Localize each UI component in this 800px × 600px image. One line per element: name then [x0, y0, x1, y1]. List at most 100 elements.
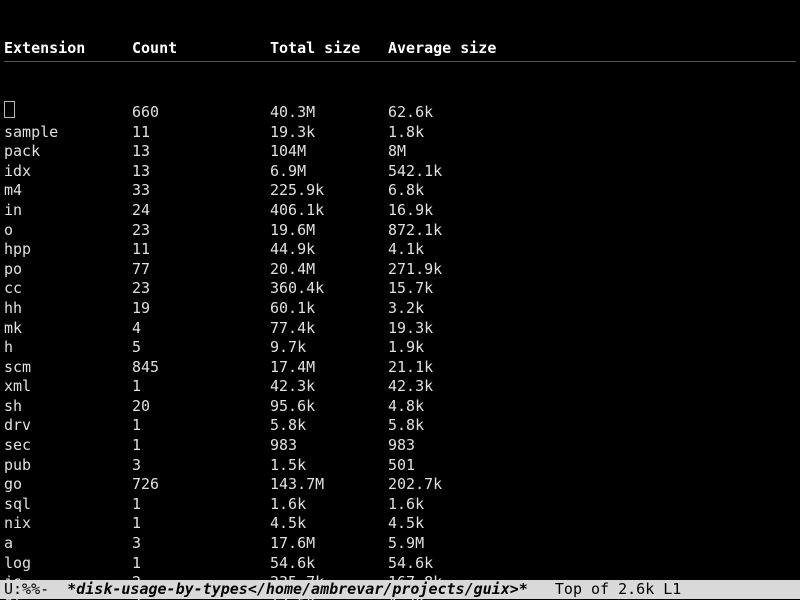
- cell-count: 1: [132, 377, 270, 397]
- cell-extension: h: [4, 338, 132, 358]
- cell-extension: m4: [4, 181, 132, 201]
- cell-extension: hpp: [4, 240, 132, 260]
- cell-count: 11: [132, 240, 270, 260]
- cell-average-size: 8M: [388, 142, 528, 162]
- table-row[interactable]: sec1983983: [4, 436, 796, 456]
- modeline-status: U:%%-: [4, 580, 67, 598]
- cell-total-size: 19.3k: [270, 123, 388, 143]
- table-row[interactable]: pub31.5k501: [4, 456, 796, 476]
- cell-count: 1: [132, 554, 270, 574]
- header-extension[interactable]: Extension: [4, 39, 132, 59]
- cell-total-size: 40.3M: [270, 103, 388, 123]
- cell-extension: cc: [4, 279, 132, 299]
- table-row[interactable]: idx136.9M542.1k: [4, 162, 796, 182]
- table-row[interactable]: scm84517.4M21.1k: [4, 358, 796, 378]
- table-row[interactable]: drv15.8k5.8k: [4, 416, 796, 436]
- table-row[interactable]: 66040.3M62.6k: [4, 101, 796, 123]
- cell-count: 33: [132, 181, 270, 201]
- cell-count: 4: [132, 319, 270, 339]
- cell-count: 5: [132, 338, 270, 358]
- cell-average-size: 271.9k: [388, 260, 528, 280]
- cell-count: 660: [132, 103, 270, 123]
- cell-count: 3: [132, 456, 270, 476]
- cell-extension: go: [4, 475, 132, 495]
- table-row[interactable]: sh2095.6k4.8k: [4, 397, 796, 417]
- cell-count: 19: [132, 299, 270, 319]
- cell-total-size: 95.6k: [270, 397, 388, 417]
- cell-total-size: 5.8k: [270, 416, 388, 436]
- cell-extension: xml: [4, 377, 132, 397]
- cell-extension: scm: [4, 358, 132, 378]
- cell-average-size: 42.3k: [388, 377, 528, 397]
- table-row[interactable]: nix14.5k4.5k: [4, 514, 796, 534]
- table-row[interactable]: h59.7k1.9k: [4, 338, 796, 358]
- cell-count: 1: [132, 514, 270, 534]
- table-row[interactable]: o2319.6M872.1k: [4, 221, 796, 241]
- cell-count: 24: [132, 201, 270, 221]
- cell-extension: po: [4, 260, 132, 280]
- cell-average-size: 5.9M: [388, 534, 528, 554]
- table-header[interactable]: ExtensionCountTotal sizeAverage size: [4, 39, 796, 62]
- table-row[interactable]: cc23360.4k15.7k: [4, 279, 796, 299]
- cell-average-size: 501: [388, 456, 528, 476]
- header-total-size[interactable]: Total size: [270, 39, 388, 59]
- cell-total-size: 4.5k: [270, 514, 388, 534]
- table-row[interactable]: sample1119.3k1.8k: [4, 123, 796, 143]
- buffer-area: ExtensionCountTotal sizeAverage size 660…: [0, 0, 800, 600]
- cell-extension: o: [4, 221, 132, 241]
- table-row[interactable]: hh1960.1k3.2k: [4, 299, 796, 319]
- cell-total-size: 54.6k: [270, 554, 388, 574]
- cell-total-size: 360.4k: [270, 279, 388, 299]
- cell-extension: in: [4, 201, 132, 221]
- cursor: [4, 101, 15, 118]
- table-row[interactable]: sql11.6k1.6k: [4, 495, 796, 515]
- cell-count: 13: [132, 142, 270, 162]
- cell-total-size: 225.9k: [270, 181, 388, 201]
- cell-total-size: 143.7M: [270, 475, 388, 495]
- cell-total-size: 20.4M: [270, 260, 388, 280]
- cell-average-size: 15.7k: [388, 279, 528, 299]
- cell-count: 20: [132, 397, 270, 417]
- table-row[interactable]: in24406.1k16.9k: [4, 201, 796, 221]
- cell-extension: a: [4, 534, 132, 554]
- cell-total-size: 44.9k: [270, 240, 388, 260]
- cell-count: 77: [132, 260, 270, 280]
- cell-total-size: 42.3k: [270, 377, 388, 397]
- header-count[interactable]: Count: [132, 39, 270, 59]
- cell-extension: sec: [4, 436, 132, 456]
- cell-extension: idx: [4, 162, 132, 182]
- cell-count: 11: [132, 123, 270, 143]
- cell-count: 3: [132, 534, 270, 554]
- cell-average-size: 1.9k: [388, 338, 528, 358]
- cell-extension: pub: [4, 456, 132, 476]
- cell-average-size: 3.2k: [388, 299, 528, 319]
- cell-count: 23: [132, 221, 270, 241]
- cell-total-size: 19.6M: [270, 221, 388, 241]
- table-row[interactable]: xml142.3k42.3k: [4, 377, 796, 397]
- table-row[interactable]: hpp1144.9k4.1k: [4, 240, 796, 260]
- cell-average-size: 542.1k: [388, 162, 528, 182]
- table-row[interactable]: log154.6k54.6k: [4, 554, 796, 574]
- cell-total-size: 6.9M: [270, 162, 388, 182]
- table-row[interactable]: po7720.4M271.9k: [4, 260, 796, 280]
- cell-total-size: 104M: [270, 142, 388, 162]
- cell-total-size: 17.4M: [270, 358, 388, 378]
- cell-average-size: 1.6k: [388, 495, 528, 515]
- header-average-size[interactable]: Average size: [388, 39, 528, 59]
- table-row[interactable]: mk477.4k19.3k: [4, 319, 796, 339]
- cell-extension: pack: [4, 142, 132, 162]
- table-row[interactable]: a317.6M5.9M: [4, 534, 796, 554]
- table-row[interactable]: m433225.9k6.8k: [4, 181, 796, 201]
- table-row[interactable]: pack13104M8M: [4, 142, 796, 162]
- cell-average-size: 4.5k: [388, 514, 528, 534]
- table-body: 66040.3M62.6ksample1119.3k1.8kpack13104M…: [4, 101, 796, 600]
- cell-total-size: 1.6k: [270, 495, 388, 515]
- cell-total-size: 77.4k: [270, 319, 388, 339]
- cell-total-size: 17.6M: [270, 534, 388, 554]
- cell-extension: nix: [4, 514, 132, 534]
- cell-total-size: 406.1k: [270, 201, 388, 221]
- table-row[interactable]: go726143.7M202.7k: [4, 475, 796, 495]
- cell-count: 23: [132, 279, 270, 299]
- cell-average-size: 983: [388, 436, 528, 456]
- cell-extension: drv: [4, 416, 132, 436]
